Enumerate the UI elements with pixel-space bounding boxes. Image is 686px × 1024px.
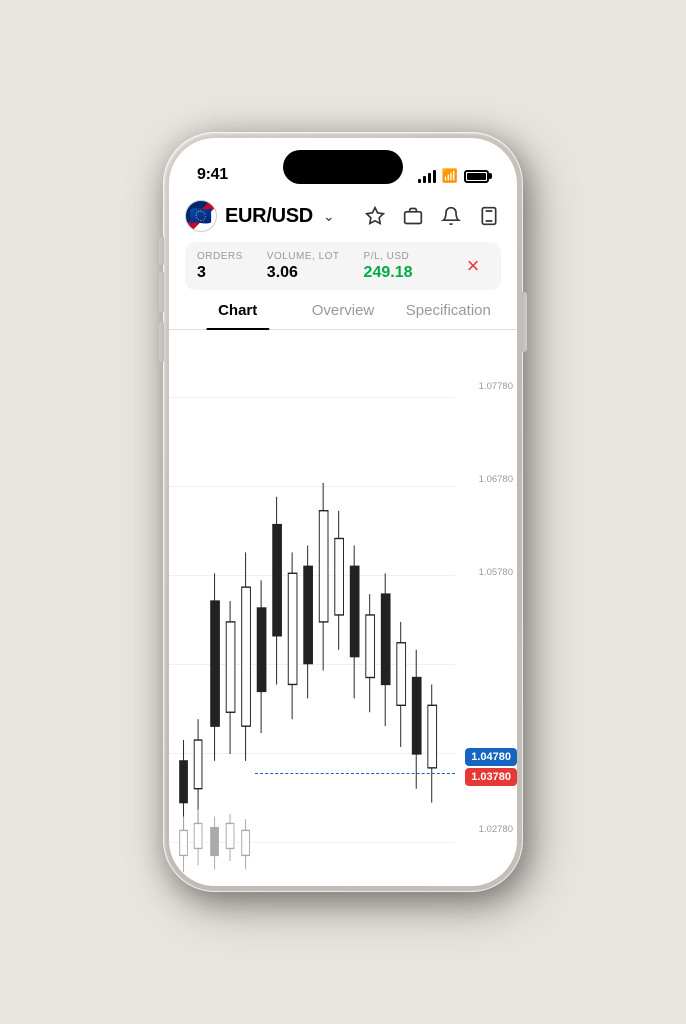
bid-line <box>255 773 455 774</box>
status-time: 9:41 <box>197 166 228 184</box>
chart-area: 1.07780 1.06780 1.05780 1.02780 1.04780 … <box>169 330 517 886</box>
star-icon[interactable] <box>363 204 387 228</box>
signal-icon <box>418 170 436 183</box>
status-icons: 📶 <box>418 168 489 184</box>
price-label-3: 1.05780 <box>459 567 513 578</box>
ask-badge: 1.03780 <box>465 768 517 786</box>
orders-row: ORDERS 3 VOLUME, LOT 3.06 P/L, USD 249.1… <box>185 242 501 290</box>
app-content: 🇪🇺 EUR/USD ⌄ <box>169 192 517 886</box>
price-label-1: 1.07780 <box>459 381 513 392</box>
close-button[interactable]: × <box>457 250 489 282</box>
volume-value: 3.06 <box>267 264 340 282</box>
tab-specification[interactable]: Specification <box>396 302 501 329</box>
pl-col: P/L, USD 249.18 <box>364 251 413 282</box>
pair-info[interactable]: 🇪🇺 EUR/USD ⌄ <box>185 200 335 232</box>
header-icons <box>363 204 501 228</box>
orders-col: ORDERS 3 <box>197 251 243 282</box>
candlestick-chart <box>169 330 455 886</box>
close-icon: × <box>467 255 480 277</box>
briefcase-icon[interactable] <box>401 204 425 228</box>
pl-value: 249.18 <box>364 264 413 282</box>
phone-frame: 9:41 📶 🇪🇺 EUR/USD ⌄ <box>163 132 523 892</box>
volume-up-button[interactable] <box>159 272 164 312</box>
tabs: Chart Overview Specification <box>169 290 517 330</box>
pl-label: P/L, USD <box>364 251 413 262</box>
bid-badge: 1.04780 <box>465 748 517 766</box>
battery-icon <box>464 170 489 183</box>
eur-flag-icon: 🇪🇺 <box>185 200 217 232</box>
phone-screen: 9:41 📶 🇪🇺 EUR/USD ⌄ <box>169 138 517 886</box>
tab-chart[interactable]: Chart <box>185 302 290 329</box>
tab-overview[interactable]: Overview <box>290 302 395 329</box>
price-label-6: 1.02780 <box>459 824 513 835</box>
volume-label: VOLUME, LOT <box>267 251 340 262</box>
wifi-icon: 📶 <box>442 168 458 184</box>
pair-name: EUR/USD <box>225 205 313 228</box>
silent-button[interactable] <box>159 237 164 265</box>
orders-label: ORDERS <box>197 251 243 262</box>
volume-col: VOLUME, LOT 3.06 <box>267 251 340 282</box>
price-axis: 1.07780 1.06780 1.05780 1.02780 <box>455 330 517 886</box>
bell-icon[interactable] <box>439 204 463 228</box>
app-header: 🇪🇺 EUR/USD ⌄ <box>169 192 517 238</box>
dynamic-island <box>283 150 403 184</box>
price-label-2: 1.06780 <box>459 474 513 485</box>
chevron-down-icon: ⌄ <box>323 208 335 225</box>
orders-value: 3 <box>197 264 243 282</box>
calculator-icon[interactable] <box>477 204 501 228</box>
orders-cols: ORDERS 3 VOLUME, LOT 3.06 P/L, USD 249.1… <box>197 251 457 282</box>
volume-down-button[interactable] <box>159 322 164 362</box>
